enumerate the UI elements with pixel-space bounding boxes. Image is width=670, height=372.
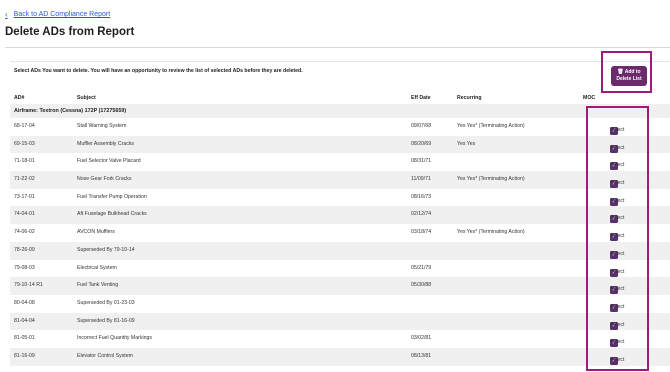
table-row: 79-10-14 R1 Fuel Tank Venting 05/30/88 ✓ Sel…	[10, 277, 670, 295]
cell-eff-date: 09/07/68	[411, 123, 432, 129]
cell-recurring: Yes Yes* (Terminating Action)	[457, 229, 525, 236]
select-label: Select	[610, 339, 625, 346]
cell-eff-date: 08/31/71	[411, 158, 432, 165]
cell-ad: 71-22-02	[14, 176, 35, 183]
cell-ad: 74-04-01	[14, 211, 35, 218]
select-label: Select	[610, 215, 625, 222]
cell-ad: 80-04-08	[14, 299, 35, 306]
select-label: Select	[610, 180, 625, 187]
cell-subject: Superseded By 79-10-14	[77, 246, 135, 253]
add-button-line2: Delete List	[616, 76, 642, 82]
table-header: AD# Subject Eff Date Recurring MOC	[10, 92, 670, 104]
cell-subject: Fuel Transfer Pump Operation	[77, 193, 147, 200]
chevron-left-icon: ‹	[5, 10, 8, 19]
cell-ad: 81-05-01	[14, 335, 35, 342]
cell-eff-date: 03/18/74	[411, 229, 432, 236]
col-header-eff-date: Eff Date	[411, 95, 431, 101]
table-row: 74-04-01 Aft Fuselage Bulkhead Cracks 02/1…	[10, 206, 670, 225]
cell-eff-date: 05/21/79	[411, 264, 432, 271]
cell-subject: AVCON Mufflers	[77, 229, 115, 236]
table-row: 71-22-02 Nose Gear Fork Cracks 11/09/71 Yes…	[10, 171, 670, 189]
cell-eff-date: 08/20/69	[411, 140, 432, 147]
cell-eff-date: 08/16/73	[411, 193, 432, 200]
cell-subject: Incorrect Fuel Quantity Markings	[77, 335, 152, 342]
back-link[interactable]: ‹ Back to AD Compliance Report	[5, 10, 110, 19]
select-label: Select	[610, 144, 625, 151]
cell-eff-date: 11/09/71	[411, 176, 431, 183]
cell-recurring: Yes Yes* (Terminating Action)	[457, 176, 525, 183]
table-row: 79-08-03 Electrical System 05/21/79 ✓ Select	[10, 260, 670, 278]
cell-recurring: Yes Yes	[457, 140, 476, 147]
select-label: Select	[610, 162, 625, 169]
cell-recurring: Yes Yes* (Terminating Action)	[457, 123, 525, 129]
col-header-recurring: Recurring	[457, 95, 482, 101]
select-label: Select	[610, 321, 625, 328]
table-row: 73-17-01 Fuel Transfer Pump Operation 08/1…	[10, 189, 670, 207]
select-label: Select	[610, 303, 625, 310]
cell-ad: 79-10-14 R1	[14, 282, 43, 289]
table-body: 68-17-04 Stall Warning System 09/07/68 Yes …	[10, 118, 670, 366]
cell-eff-date: 05/30/88	[411, 282, 432, 289]
cell-subject: Elevator Control System	[77, 352, 133, 359]
add-to-delete-list-button[interactable]: 🗑Add to Delete List	[611, 66, 647, 86]
cell-subject: Superseded By 01-23-03	[77, 299, 135, 306]
select-label: Select	[610, 197, 625, 204]
cell-ad: 81-16-09	[14, 352, 35, 359]
cell-subject: Superseded By 81-16-09	[77, 317, 135, 324]
select-label: Select	[610, 233, 625, 240]
instructions-panel: Select ADs You want to delete. You will …	[10, 61, 670, 92]
cell-ad: 79-08-03	[14, 264, 35, 271]
cell-ad: 73-17-01	[14, 193, 35, 200]
cell-subject: Nose Gear Fork Cracks	[77, 176, 132, 183]
cell-eff-date: 03/02/81	[411, 335, 432, 342]
table-row: 81-04-04 Superseded By 81-16-09 ✓ Select	[10, 312, 670, 331]
table-row: 74-06-02 AVCON Mufflers 03/18/74 Yes Yes* (…	[10, 224, 670, 242]
trash-icon: 🗑	[617, 69, 624, 75]
cell-eff-date: 02/12/74	[411, 211, 432, 218]
cell-subject: Fuel Selector Valve Placard	[77, 158, 141, 165]
cell-ad: 78-26-09	[14, 246, 35, 253]
select-label: Select	[610, 268, 625, 275]
cell-eff-date: 08/13/81	[411, 352, 432, 359]
col-header-moc: MOC	[583, 95, 596, 101]
cell-subject: Stall Warning System	[77, 123, 127, 129]
cell-subject: Aft Fuselage Bulkhead Cracks	[77, 211, 147, 218]
cell-ad: 71-18-01	[14, 158, 35, 165]
cell-subject: Muffler Assembly Cracks	[77, 140, 134, 147]
col-header-ad: AD#	[14, 95, 25, 101]
add-button-line1: Add to	[624, 69, 641, 75]
select-label: Select	[610, 356, 625, 363]
cell-ad: 69-15-03	[14, 140, 35, 147]
table-row: 78-26-09 Superseded By 79-10-14 ✓ Select	[10, 241, 670, 260]
page-title: Delete ADs from Report	[5, 26, 135, 38]
cell-ad: 74-06-02	[14, 229, 35, 236]
cell-subject: Electrical System	[77, 264, 117, 271]
select-label: Select	[610, 250, 625, 257]
select-label: Select	[610, 127, 625, 133]
divider	[5, 47, 670, 48]
table-row: 81-05-01 Incorrect Fuel Quantity Markings…	[10, 330, 670, 348]
table-row: 71-18-01 Fuel Selector Valve Placard 08/31…	[10, 153, 670, 171]
cell-ad: 81-04-04	[14, 317, 35, 324]
table-row: 69-15-03 Muffler Assembly Cracks 08/20/69 Y…	[10, 135, 670, 154]
instructions-text: Select ADs You want to delete. You will …	[14, 68, 303, 74]
table-row: 80-04-08 Superseded By 01-23-03 ✓ Select	[10, 295, 670, 313]
cell-ad: 68-17-04	[14, 123, 35, 129]
col-header-subject: Subject	[77, 95, 96, 101]
group-header: Airframe: Textron (Cessna) 172P (1727565…	[10, 104, 670, 118]
table-row: 68-17-04 Stall Warning System 09/07/68 Yes …	[10, 118, 670, 136]
table-row: 81-16-09 Elevator Control System 08/13/81 ✓…	[10, 347, 670, 366]
cell-subject: Fuel Tank Venting	[77, 282, 119, 289]
select-label: Select	[610, 286, 625, 293]
back-link-label: Back to AD Compliance Report	[13, 11, 111, 18]
